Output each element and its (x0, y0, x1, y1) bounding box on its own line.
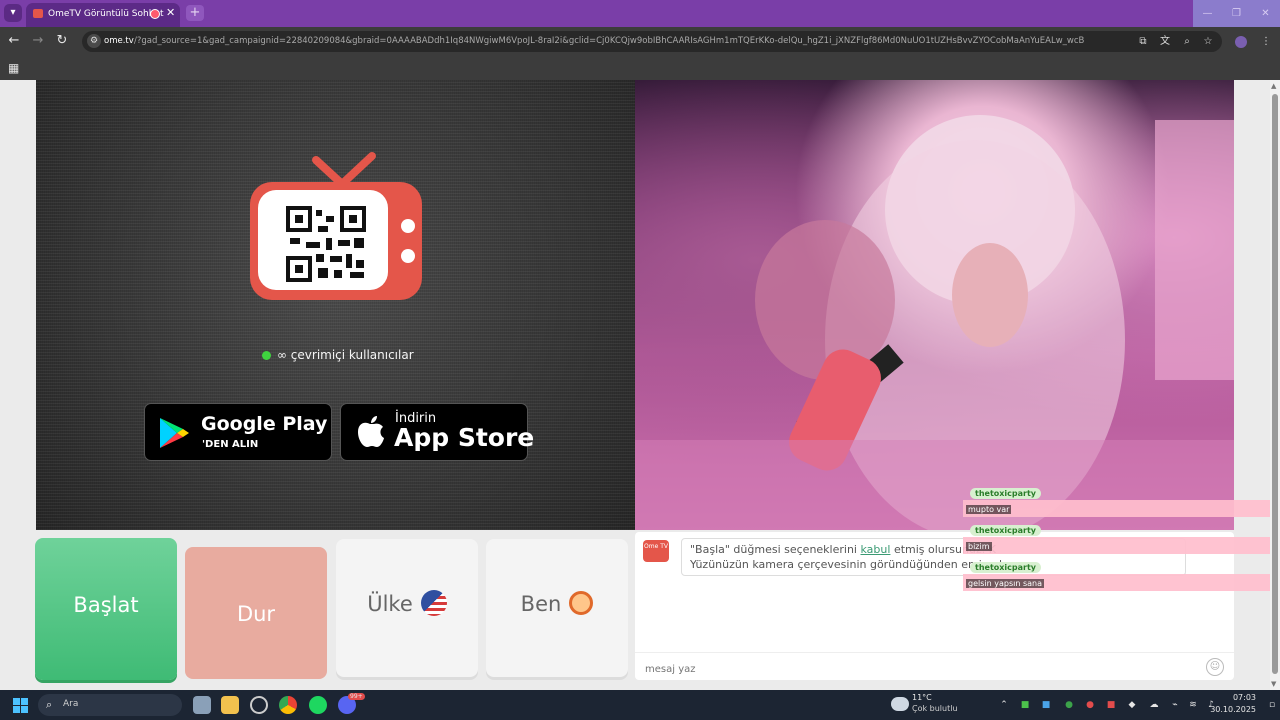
minimize-button[interactable]: — (1193, 0, 1222, 27)
overlay-message-text: bizim (966, 542, 992, 551)
chat-input-row: ☺ (635, 652, 1234, 681)
translate-icon[interactable]: 文 (1159, 36, 1171, 48)
recording-tray-icon[interactable]: ■ (1105, 699, 1117, 711)
country-label: Ülke (367, 592, 413, 616)
browser-tab-bar: ▾ OmeTV Görüntülü Sohbet ✕ + — ❐ ✕ (0, 0, 1280, 27)
chat-panel: Ome TV "Başla" düğmesi seçeneklerini kab… (635, 532, 1234, 680)
tab-title: OmeTV Görüntülü Sohbet (48, 9, 164, 19)
discord-badge: 99+ (348, 693, 365, 700)
search-label: Ara (63, 699, 79, 709)
url-path: /?gad_source=1&gad_campaignid=2284020908… (134, 36, 1085, 46)
file-explorer-icon[interactable] (221, 696, 239, 714)
spotify-icon[interactable] (309, 696, 327, 714)
google-play-button[interactable]: Google Play 'DEN ALIN (144, 403, 332, 461)
microphone-icon[interactable]: ● (1084, 699, 1096, 711)
app-store-title: App Store (394, 423, 535, 452)
profile-avatar[interactable] (1235, 36, 1247, 48)
terms-link[interactable]: kabul (861, 543, 891, 556)
message-input[interactable] (643, 660, 1187, 678)
notification-bell-icon[interactable]: ▫ (1266, 699, 1278, 711)
bookmarks-bar: ▦ (0, 56, 1280, 80)
tab-search-menu-button[interactable]: ▾ (4, 4, 22, 22)
overlay-username: thetoxicparty (970, 525, 1042, 536)
tray-app-icon[interactable]: ■ (1040, 699, 1052, 711)
clock-date[interactable]: 30.10.2025 (1210, 705, 1256, 714)
me-label: Ben (520, 592, 562, 616)
weather-temperature: 11°C (912, 693, 932, 702)
clock-time[interactable]: 07:03 (1233, 693, 1256, 702)
browser-menu-icon[interactable]: ⋮ (1260, 36, 1272, 48)
chrome-icon[interactable] (279, 696, 297, 714)
weather-description: Çok bulutlu (912, 704, 958, 713)
tab-ometv[interactable]: OmeTV Görüntülü Sohbet ✕ (26, 3, 180, 27)
google-play-title: Google Play (201, 413, 328, 435)
network-icon[interactable]: ⌁ (1169, 699, 1181, 711)
start-button[interactable]: Başlat (35, 538, 177, 680)
apps-grid-icon[interactable]: ▦ (8, 61, 19, 75)
maximize-button[interactable]: ❐ (1222, 0, 1251, 27)
overlay-message-text: gelsin yapsın sana (966, 579, 1044, 588)
back-arrow-icon[interactable]: ← (6, 33, 22, 49)
overlay-message-text: mupto var (966, 505, 1012, 514)
new-tab-button[interactable]: + (186, 5, 204, 21)
overlay-username: thetoxicparty (970, 562, 1042, 573)
stop-button[interactable]: Dur (185, 547, 327, 679)
ometv-qr-tv-logo (250, 152, 422, 300)
ometv-favicon-icon (33, 9, 43, 18)
female-face-icon (569, 591, 594, 615)
online-status-dot-icon (262, 351, 271, 360)
overlay-message-row (963, 537, 1280, 554)
bookmark-star-icon[interactable]: ☆ (1202, 36, 1214, 48)
online-users-indicator: ∞ çevrimiçi kullanıcılar (262, 348, 414, 362)
taskbar-search[interactable]: ⌕ Ara (38, 694, 182, 716)
forward-arrow-icon[interactable]: → (30, 33, 46, 49)
url-field[interactable]: ⚙ ome.tv /?gad_source=1&gad_campaignid=2… (82, 31, 1222, 52)
url-host: ome.tv (104, 36, 134, 46)
recording-indicator-icon (150, 9, 160, 19)
scroll-down-icon[interactable]: ▼ (1271, 680, 1276, 688)
ometv-page: ∞ çevrimiçi kullanıcılar Google Play 'DE… (0, 80, 1270, 690)
install-app-icon[interactable]: ⧉ (1137, 36, 1149, 48)
page-scrollbar[interactable]: ▲ ▼ (1270, 80, 1280, 690)
tab-close-button[interactable]: ✕ (166, 6, 175, 19)
windows-start-icon[interactable] (13, 698, 28, 713)
search-icon: ⌕ (46, 698, 53, 711)
local-video-panel: ∞ çevrimiçi kullanıcılar Google Play 'DE… (36, 80, 635, 530)
google-play-icon (160, 418, 189, 448)
site-info-icon[interactable]: ⚙ (87, 34, 101, 48)
ometv-chat-logo: Ome TV (643, 540, 669, 562)
address-bar-row: ← → ↻ ⚙ ome.tv /?gad_source=1&gad_campai… (0, 27, 1280, 56)
remote-video-frame (635, 115, 1234, 530)
tray-expand-icon[interactable]: ⌃ (998, 699, 1010, 711)
app-store-button[interactable]: İndirin App Store (340, 403, 534, 461)
zoom-icon[interactable]: ⌕ (1181, 36, 1193, 48)
online-users-text: ∞ çevrimiçi kullanıcılar (277, 348, 414, 362)
chat-line1-start: "Başla" düğmesi seçeneklerini (690, 543, 857, 556)
windows-taskbar: ⌕ Ara 99+ 11°C Çok bulutlu ⌃ ■ ■ ● ● ■ ◆… (0, 690, 1280, 720)
tray-app-icon[interactable]: ■ (1019, 699, 1031, 711)
chat-line2: Yüzünüzün kamera çerçevesinin göründüğün… (690, 558, 1003, 571)
window-close-button[interactable]: ✕ (1251, 0, 1280, 27)
settings-app-icon[interactable] (250, 696, 268, 714)
remote-video-panel (635, 80, 1234, 530)
scroll-up-icon[interactable]: ▲ (1271, 82, 1276, 90)
emoji-icon[interactable]: ☺ (1206, 658, 1224, 676)
my-gender-button[interactable]: Ben (486, 539, 628, 677)
cloud-sync-icon[interactable]: ☁ (1148, 699, 1160, 711)
cloudy-weather-icon[interactable] (891, 697, 909, 711)
task-view-icon[interactable] (193, 696, 211, 714)
scroll-thumb[interactable] (1272, 94, 1278, 674)
tray-app-icon[interactable]: ● (1063, 699, 1075, 711)
reload-icon[interactable]: ↻ (54, 33, 70, 49)
overlay-username: thetoxicparty (970, 488, 1042, 499)
wifi-icon[interactable]: ≋ (1187, 699, 1199, 711)
country-filter-button[interactable]: Ülke (336, 539, 478, 677)
window-controls: — ❐ ✕ (1193, 0, 1280, 27)
tray-app-icon[interactable]: ◆ (1126, 699, 1138, 711)
us-flag-icon (420, 590, 447, 616)
apple-icon (358, 416, 384, 447)
google-play-subtitle: 'DEN ALIN (202, 439, 259, 450)
